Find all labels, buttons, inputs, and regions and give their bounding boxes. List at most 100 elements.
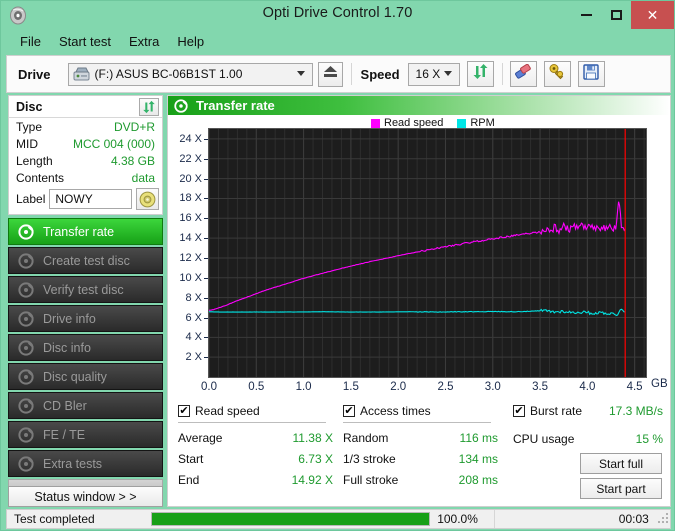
x-axis-unit: GB bbox=[651, 378, 668, 390]
disc-test-icon bbox=[18, 253, 34, 269]
result-key-cpu-usage: CPU usage bbox=[513, 432, 574, 446]
result-value-full-stroke: 208 ms bbox=[459, 473, 498, 487]
sidebar-item-verify-test-disc[interactable]: Verify test disc bbox=[8, 276, 163, 303]
chart-header: Transfer rate bbox=[168, 96, 670, 115]
y-tick-mark bbox=[204, 238, 208, 239]
y-tick-label: 18 X bbox=[168, 192, 202, 204]
speed-value: 16 X bbox=[416, 67, 441, 81]
disc-label-input[interactable]: NOWY bbox=[49, 189, 132, 209]
drive-icon bbox=[73, 67, 90, 82]
transfer-rate-plot bbox=[208, 128, 647, 378]
disc-label-cd-button[interactable] bbox=[136, 188, 159, 210]
access-times-checkbox-row[interactable]: ✔ Access times bbox=[343, 404, 498, 418]
chart-panel: Transfer rate Read speed RPM 2 X4 X6 X8 … bbox=[167, 95, 671, 507]
y-tick-mark bbox=[204, 318, 208, 319]
start-full-button[interactable]: Start full bbox=[580, 453, 662, 474]
y-tick-mark bbox=[204, 218, 208, 219]
disc-test-icon bbox=[18, 340, 34, 356]
y-tick-mark bbox=[204, 159, 208, 160]
result-row-average: Average 11.38 X bbox=[178, 427, 333, 448]
x-tick-label: 2.0 bbox=[390, 381, 406, 393]
eject-icon bbox=[323, 65, 338, 83]
y-tick-label: 2 X bbox=[168, 351, 202, 363]
status-window-button[interactable]: Status window > > bbox=[8, 486, 163, 507]
y-tick-label: 20 X bbox=[168, 173, 202, 185]
minimize-button[interactable] bbox=[571, 1, 601, 29]
sidebar-item-transfer-rate[interactable]: Transfer rate bbox=[8, 218, 163, 245]
app-window: Opti Drive Control 1.70 ✕ File Start tes… bbox=[0, 0, 675, 531]
save-icon bbox=[583, 64, 599, 85]
resize-grip[interactable] bbox=[657, 512, 670, 526]
disc-test-icon bbox=[18, 282, 34, 298]
x-tick-label: 2.5 bbox=[438, 381, 454, 393]
sidebar-label-create-test-disc: Create test disc bbox=[43, 254, 130, 268]
sidebar-item-disc-info[interactable]: Disc info bbox=[8, 334, 163, 361]
result-row-start: Start 6.73 X bbox=[178, 448, 333, 469]
x-tick-label: 4.5 bbox=[627, 381, 643, 393]
sidebar-item-create-test-disc[interactable]: Create test disc bbox=[8, 247, 163, 274]
sidebar-label-verify-test-disc: Verify test disc bbox=[43, 283, 124, 297]
burst-rate-checkbox-row[interactable]: ✔ Burst rate bbox=[513, 404, 582, 418]
sidebar-item-disc-quality[interactable]: Disc quality bbox=[8, 363, 163, 390]
y-tick-label: 6 X bbox=[168, 312, 202, 324]
x-tick-label: 3.0 bbox=[485, 381, 501, 393]
read-speed-checkbox-row[interactable]: ✔ Read speed bbox=[178, 404, 333, 418]
drive-value: (F:) ASUS BC-06B1ST 1.00 bbox=[95, 67, 243, 81]
refresh-icon bbox=[472, 63, 489, 85]
title-bar: Opti Drive Control 1.70 ✕ bbox=[1, 1, 674, 29]
speed-select[interactable]: 16 X bbox=[408, 63, 460, 86]
disc-test-icon bbox=[18, 427, 34, 443]
x-tick-label: 3.5 bbox=[532, 381, 548, 393]
read-speed-checkbox[interactable]: ✔ bbox=[178, 405, 190, 417]
y-tick-mark bbox=[204, 258, 208, 259]
result-key-third-stroke: 1/3 stroke bbox=[343, 452, 396, 466]
access-times-checkbox[interactable]: ✔ bbox=[343, 405, 355, 417]
disc-label-key: Label bbox=[16, 192, 45, 206]
plot-wrapper: Read speed RPM 2 X4 X6 X8 X10 X12 X14 X1… bbox=[168, 115, 672, 400]
menu-item-help[interactable]: Help bbox=[168, 32, 213, 51]
burst-rate-results: ✔ Burst rate 17.3 MB/s CPU usage 15 % St… bbox=[513, 404, 663, 499]
menu-item-start-test[interactable]: Start test bbox=[50, 32, 120, 51]
disc-key-mid: MID bbox=[16, 137, 38, 151]
result-value-average: 11.38 X bbox=[293, 431, 333, 445]
burst-rate-checkbox[interactable]: ✔ bbox=[513, 405, 525, 417]
save-button[interactable] bbox=[578, 61, 605, 87]
disc-row-length: Length 4.38 GB bbox=[9, 152, 162, 169]
sidebar-item-cd-bler[interactable]: CD Bler bbox=[8, 392, 163, 419]
y-tick-mark bbox=[204, 278, 208, 279]
sidebar-item-drive-info[interactable]: Drive info bbox=[8, 305, 163, 332]
y-tick-mark bbox=[204, 357, 208, 358]
sidebar-label-extra-tests: Extra tests bbox=[43, 457, 102, 471]
drive-select[interactable]: (F:) ASUS BC-06B1ST 1.00 bbox=[68, 63, 313, 86]
sidebar-item-extra-tests[interactable]: Extra tests bbox=[8, 450, 163, 477]
disc-key-contents: Contents bbox=[16, 171, 64, 185]
menu-item-file[interactable]: File bbox=[11, 32, 50, 51]
disc-refresh-button[interactable] bbox=[139, 98, 159, 116]
close-button[interactable]: ✕ bbox=[631, 1, 674, 29]
read-speed-label: Read speed bbox=[195, 404, 260, 418]
menu-item-extra[interactable]: Extra bbox=[120, 32, 168, 51]
refresh-button[interactable] bbox=[467, 61, 494, 87]
y-tick-label: 10 X bbox=[168, 272, 202, 284]
divider bbox=[343, 422, 491, 423]
close-icon: ✕ bbox=[647, 8, 659, 22]
eject-button[interactable] bbox=[318, 62, 343, 87]
sidebar-item-fe-te[interactable]: FE / TE bbox=[8, 421, 163, 448]
y-tick-mark bbox=[204, 179, 208, 180]
disc-test-icon bbox=[18, 311, 34, 327]
y-tick-label: 12 X bbox=[168, 252, 202, 264]
tools-button[interactable] bbox=[544, 61, 571, 87]
erase-button[interactable] bbox=[510, 61, 537, 87]
disc-value-mid: MCC 004 (000) bbox=[73, 137, 155, 151]
menu-bar: File Start test Extra Help bbox=[1, 29, 674, 53]
y-tick-label: 4 X bbox=[168, 331, 202, 343]
start-part-button[interactable]: Start part bbox=[580, 478, 662, 499]
x-tick-label: 0.5 bbox=[248, 381, 264, 393]
x-tick-label: 1.0 bbox=[296, 381, 312, 393]
legend-swatch-rpm bbox=[457, 119, 466, 128]
result-row-full-stroke: Full stroke 208 ms bbox=[343, 469, 498, 490]
chart-title: Transfer rate bbox=[196, 98, 275, 113]
result-value-end: 14.92 X bbox=[292, 473, 333, 487]
access-times-label: Access times bbox=[360, 404, 431, 418]
maximize-button[interactable] bbox=[601, 1, 631, 29]
